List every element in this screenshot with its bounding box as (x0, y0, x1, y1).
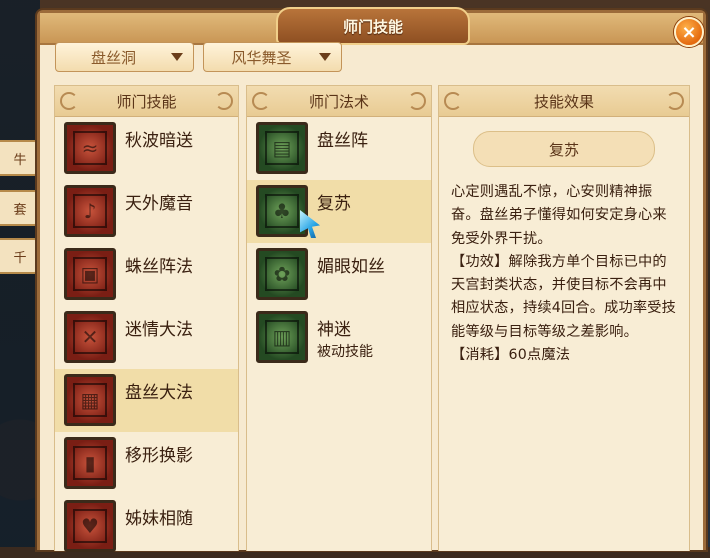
skill-effect-description: 心定则遇乱不惊，心安则精神振奋。盘丝弟子懂得如何安定身心来免受外界干扰。 【功效… (451, 181, 679, 367)
heart-sigil-icon[interactable]: ♥ (64, 500, 116, 552)
scroll-ornament-icon (252, 92, 270, 110)
lute-sigil-icon[interactable]: ♪ (64, 185, 116, 237)
skill-row[interactable]: ▮ 移形换影 (55, 432, 238, 495)
school-dropdown-value: 盘丝洞 (90, 48, 136, 67)
background-side-tab: 套 (0, 190, 42, 226)
skill-name: 神迷 (317, 320, 351, 340)
scroll-ornament-icon (408, 92, 426, 110)
wave-sigil-icon[interactable]: ≈ (64, 122, 116, 174)
scroll-ornament-icon (215, 92, 233, 110)
effect-paragraph: 心定则遇乱不惊，心安则精神振奋。盘丝弟子懂得如何安定身心来免受外界干扰。 (451, 184, 667, 247)
skill-name: 迷情大法 (125, 320, 193, 340)
skill-effect-panel: 技能效果 复苏 心定则遇乱不惊，心安则精神振奋。盘丝弟子懂得如何安定身心来免受外… (438, 85, 690, 551)
skill-row[interactable]: ✕ 迷情大法 (55, 306, 238, 369)
chevron-down-icon (171, 53, 183, 61)
school-dropdown[interactable]: 盘丝洞 (55, 42, 194, 72)
skill-name: 复苏 (317, 194, 351, 214)
background-side-tab: 千 (0, 238, 42, 274)
skill-name: 姊妹相随 (125, 509, 193, 529)
skill-name: 秋波暗送 (125, 131, 193, 151)
school-skills-panel: 师门技能 ≈ 秋波暗送 ♪ 天外魔音 ▣ 蛛丝阵法 ✕ 迷情大法 ▦ 盘丝大法 ▮ 移形换影 ♥ 姊妹相随 (54, 85, 239, 552)
skill-row[interactable]: ♣ 复苏 (247, 180, 431, 243)
icon-glyph: ▮ (73, 446, 107, 480)
school-skill-list: ≈ 秋波暗送 ♪ 天外魔音 ▣ 蛛丝阵法 ✕ 迷情大法 ▦ 盘丝大法 ▮ 移形换影 ♥ 姊妹相随 (55, 117, 238, 558)
school-skills-header-label: 师门技能 (116, 92, 177, 111)
icon-glyph: ▤ (265, 131, 299, 165)
skill-name: 蛛丝阵法 (125, 257, 193, 277)
skill-row[interactable]: ≈ 秋波暗送 (55, 117, 238, 180)
scroll-ornament-icon (666, 92, 684, 110)
school-skills-header: 师门技能 (55, 86, 238, 117)
icon-glyph: ✕ (73, 320, 107, 354)
background-side-tab: 牛 (0, 140, 42, 176)
skill-effect-header-label: 技能效果 (533, 92, 594, 111)
shadow-sigil-icon[interactable]: ▮ (64, 437, 116, 489)
skill-row[interactable]: ♥ 姊妹相随 (55, 495, 238, 558)
spiral-eye-icon[interactable]: ✿ (256, 248, 308, 300)
square-web-icon[interactable]: ▣ (64, 248, 116, 300)
skill-row[interactable]: ✿ 媚眼如丝 (247, 243, 431, 306)
icon-glyph: ▦ (73, 383, 107, 417)
skill-name: 天外魔音 (125, 194, 193, 214)
icon-glyph: ≈ (73, 131, 107, 165)
charm-sigil-icon[interactable]: ✕ (64, 311, 116, 363)
skill-name: 盘丝大法 (125, 383, 193, 403)
icon-glyph: ♣ (265, 194, 299, 228)
icon-glyph: ▣ (73, 257, 107, 291)
chevron-down-icon (319, 53, 331, 61)
skill-effect-header: 技能效果 (439, 86, 689, 117)
grid-sigil-icon[interactable]: ▦ (64, 374, 116, 426)
school-spell-list: ▤ 盘丝阵 ♣ 复苏 ✿ 媚眼如丝 ▥ 神迷被动技能 (247, 117, 431, 369)
skill-subtitle: 被动技能 (317, 344, 373, 360)
icon-glyph: ▥ (265, 320, 299, 354)
skill-row[interactable]: ▣ 蛛丝阵法 (55, 243, 238, 306)
skill-row[interactable]: ▦ 盘丝大法 (55, 369, 238, 432)
side-tab-label: 套 (13, 202, 27, 218)
icon-glyph: ♥ (73, 509, 107, 543)
skill-row[interactable]: ▥ 神迷被动技能 (247, 306, 431, 369)
skill-row[interactable]: ♪ 天外魔音 (55, 180, 238, 243)
school-spells-panel: 师门法术 ▤ 盘丝阵 ♣ 复苏 ✿ 媚眼如丝 ▥ 神迷被动技能 (246, 85, 432, 551)
icon-glyph: ♪ (73, 194, 107, 228)
scroll-ornament-icon (60, 92, 78, 110)
skill-name: 盘丝阵 (317, 131, 368, 151)
side-tab-label: 千 (13, 250, 27, 266)
title-dropdown[interactable]: 风华舞圣 (203, 42, 342, 72)
school-spells-header: 师门法术 (247, 86, 431, 117)
close-button[interactable]: × (674, 17, 704, 47)
skill-row[interactable]: ▤ 盘丝阵 (247, 117, 431, 180)
school-spells-header-label: 师门法术 (308, 92, 369, 111)
icon-glyph: ✿ (265, 257, 299, 291)
side-tab-label: 牛 (13, 152, 27, 168)
web-formation-icon[interactable]: ▤ (256, 122, 308, 174)
scroll-ornament-icon (444, 92, 462, 110)
dialog-title: 师门技能 (276, 7, 470, 45)
effect-paragraph: 【功效】解除我方单个目标已中的天宫封类状态，并使目标不会再中相应状态，持续4回合… (451, 253, 677, 340)
effect-paragraph: 【消耗】60点魔法 (451, 347, 571, 364)
skill-name: 移形换影 (125, 446, 193, 466)
school-skills-dialog: 师门技能 × 盘丝洞 风华舞圣 师门技能 ≈ 秋波暗送 ♪ 天外魔音 ▣ 蛛丝阵法 ✕ 迷情大… (37, 7, 706, 552)
title-dropdown-value: 风华舞圣 (231, 48, 292, 67)
skill-name: 媚眼如丝 (317, 257, 385, 277)
selected-skill-badge: 复苏 (473, 131, 655, 167)
maze-icon[interactable]: ▥ (256, 311, 308, 363)
